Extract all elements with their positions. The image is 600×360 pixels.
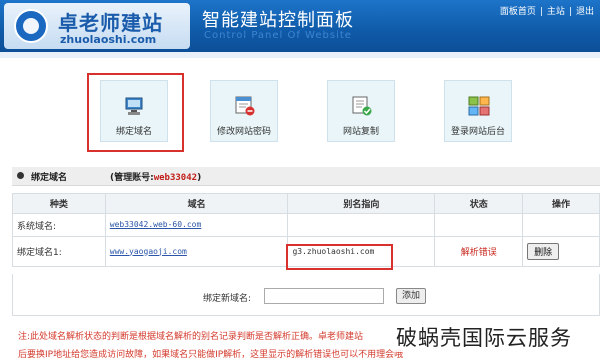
domain-link[interactable]: www.yaogaoji.com: [110, 247, 187, 256]
note-line-2: 后要换IP地址给您造成访问故障，如果域名只能做IP解析，这里显示的解析错误也可以…: [18, 350, 404, 360]
account-close: ): [197, 173, 202, 183]
cell-type: 系统域名:: [12, 213, 106, 237]
section-header: 绑定域名 (管理账号:web33042): [12, 167, 600, 186]
bullet-icon: [17, 172, 24, 179]
page-subtitle: Control Panel Of Website: [204, 30, 352, 41]
tool-label-change-password: 修改网站密码: [216, 127, 271, 137]
account-value: web33042: [153, 173, 198, 183]
delete-button[interactable]: 删除: [527, 243, 560, 260]
section-title: 绑定域名: [31, 173, 68, 183]
page-title: 智能建站控制面板: [202, 10, 354, 31]
account-info: (管理账号:web33042): [110, 170, 201, 183]
nav-separator: |: [568, 7, 572, 17]
cell-alias: [287, 213, 436, 237]
highlight-box-alias: [286, 244, 393, 270]
cell-type: 绑定域名1:: [12, 236, 106, 267]
table-row: 系统域名: web33042.web-60.com: [12, 213, 600, 237]
account-label: (管理账号:: [110, 173, 154, 183]
nav-panel-home[interactable]: 面板首页: [500, 7, 536, 17]
domain-link[interactable]: web33042.web-60.com: [110, 220, 202, 229]
top-nav: 面板首页 | 主站 | 退出: [500, 4, 594, 17]
col-header-status: 状态: [434, 193, 524, 214]
col-header-action: 操作: [522, 193, 600, 214]
note-line-1: 注:此处域名解析状态的判断是根据域名解析的别名记录判断是否解析正确。卓老师建站: [18, 332, 364, 342]
nav-separator: |: [539, 7, 543, 17]
table-header-row: 种类 域名 别名指向 状态 操作: [12, 193, 600, 214]
col-header-domain: 域名: [104, 193, 289, 214]
add-button[interactable]: 添加: [396, 288, 426, 304]
tool-label-login-backend: 登录网站后台: [450, 127, 505, 137]
new-domain-input[interactable]: [264, 288, 384, 304]
cell-domain: www.yaogaoji.com: [104, 236, 289, 267]
tool-label-copy-site: 网站复制: [342, 127, 379, 137]
watermark-text: 破蜗壳国际云服务: [394, 322, 574, 352]
logo-text-cn: 卓老师建站: [58, 11, 163, 35]
nav-logout[interactable]: 退出: [576, 7, 594, 17]
cell-domain: web33042.web-60.com: [104, 213, 289, 237]
logo-mark-icon: [14, 9, 48, 43]
cell-status: 解析错误: [434, 236, 524, 267]
copy-site-icon: [352, 96, 372, 116]
header-bar: 卓老师建站 zhuolaoshi.com 智能建站控制面板 Control Pa…: [0, 0, 600, 52]
cell-status: [434, 213, 524, 237]
logo-text-en: zhuolaoshi.com: [60, 33, 157, 46]
cell-action: 删除: [522, 236, 600, 267]
login-backend-icon: [468, 96, 490, 116]
nav-main-site[interactable]: 主站: [547, 7, 565, 17]
col-header-alias: 别名指向: [287, 193, 436, 214]
bind-new-domain-row: 绑定新域名: 添加: [12, 274, 600, 316]
status-badge: 解析错误: [460, 248, 497, 258]
col-header-type: 种类: [12, 193, 106, 214]
header-stripe: [0, 52, 600, 58]
highlight-box-bind-domain: [87, 73, 184, 152]
cell-action: [522, 213, 600, 237]
site-logo[interactable]: 卓老师建站 zhuolaoshi.com: [4, 3, 190, 49]
bind-new-domain-label: 绑定新域名:: [203, 294, 252, 304]
edit-password-icon: [235, 96, 255, 116]
